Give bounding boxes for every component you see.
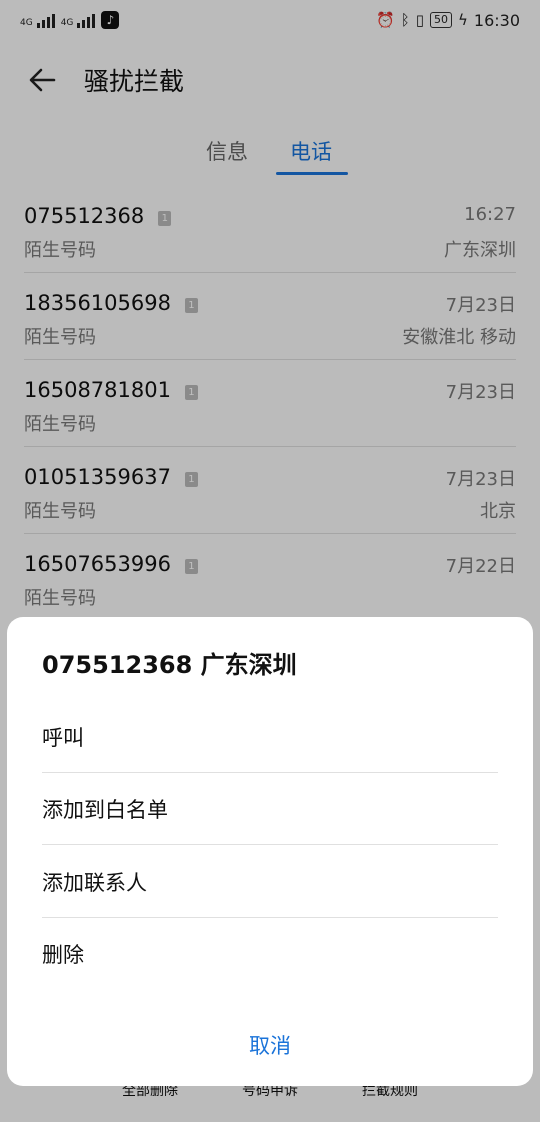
action-sheet: 075512368 广东深圳 呼叫 添加到白名单 添加联系人 删除 取消	[7, 617, 533, 1086]
sheet-title: 075512368 广东深圳	[42, 651, 297, 679]
add-contact-option[interactable]: 添加联系人	[42, 846, 498, 918]
call-option[interactable]: 呼叫	[42, 701, 498, 773]
delete-option[interactable]: 删除	[42, 918, 498, 990]
add-to-whitelist-option[interactable]: 添加到白名单	[42, 773, 498, 845]
cancel-button[interactable]: 取消	[7, 1017, 533, 1073]
